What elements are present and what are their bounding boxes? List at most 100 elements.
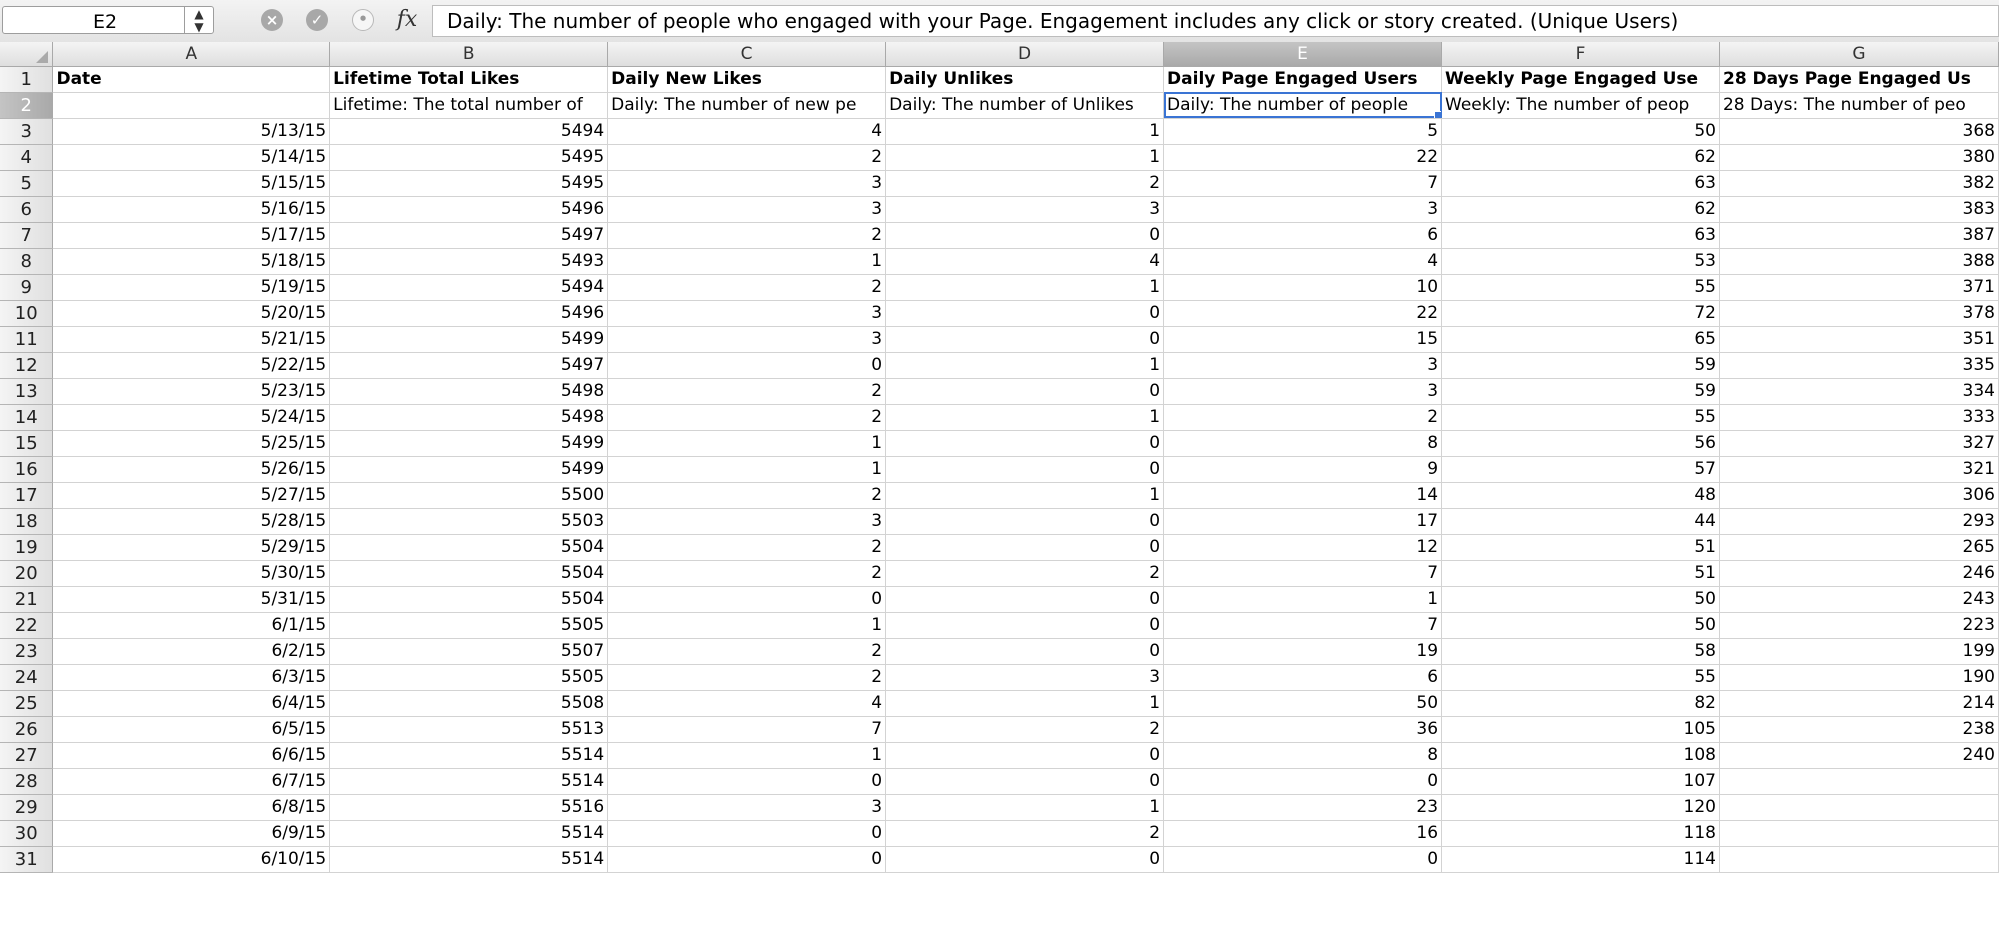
date-cell[interactable]: 5/14/15 [52, 144, 331, 171]
row-header[interactable]: 8 [0, 248, 54, 275]
row-header[interactable]: 29 [0, 794, 54, 821]
value-cell[interactable]: 55 [1441, 664, 1720, 691]
value-cell[interactable]: 107 [1441, 768, 1720, 795]
date-cell[interactable]: 5/16/15 [52, 196, 331, 223]
value-cell[interactable]: 5500 [329, 482, 609, 509]
row-header[interactable]: 4 [0, 144, 54, 171]
value-cell[interactable]: 82 [1441, 690, 1720, 717]
formula-input[interactable]: Daily: The number of people who engaged … [432, 5, 1999, 37]
value-cell[interactable]: 3 [607, 170, 887, 197]
value-cell[interactable]: 0 [885, 586, 1165, 613]
value-cell[interactable]: 380 [1719, 144, 1999, 171]
row-header[interactable]: 16 [0, 456, 54, 483]
value-cell[interactable]: 351 [1719, 326, 1999, 353]
date-cell[interactable]: 5/30/15 [52, 560, 331, 587]
date-cell[interactable]: 5/18/15 [52, 248, 331, 275]
column-title-cell[interactable]: Daily Page Engaged Users [1163, 66, 1443, 93]
date-cell[interactable]: 5/21/15 [52, 326, 331, 353]
value-cell[interactable]: 0 [885, 638, 1165, 665]
value-cell[interactable]: 63 [1441, 170, 1720, 197]
value-cell[interactable]: 51 [1441, 560, 1720, 587]
value-cell[interactable]: 246 [1719, 560, 1999, 587]
value-cell[interactable]: 4 [885, 248, 1165, 275]
value-cell[interactable]: 5 [1163, 118, 1443, 145]
row-header[interactable]: 6 [0, 196, 54, 223]
value-cell[interactable]: 0 [885, 612, 1165, 639]
value-cell[interactable] [1719, 820, 1999, 847]
value-cell[interactable]: 388 [1719, 248, 1999, 275]
row-header[interactable]: 31 [0, 846, 54, 873]
value-cell[interactable]: 321 [1719, 456, 1999, 483]
value-cell[interactable]: 334 [1719, 378, 1999, 405]
value-cell[interactable]: 1 [885, 794, 1165, 821]
value-cell[interactable]: 2 [607, 664, 887, 691]
row-header[interactable]: 27 [0, 742, 54, 769]
value-cell[interactable]: 1 [607, 248, 887, 275]
value-cell[interactable]: 2 [885, 560, 1165, 587]
date-cell[interactable]: 5/26/15 [52, 456, 331, 483]
column-title-cell[interactable]: Weekly Page Engaged Use [1441, 66, 1720, 93]
date-cell[interactable]: 6/3/15 [52, 664, 331, 691]
value-cell[interactable]: 7 [607, 716, 887, 743]
value-cell[interactable]: 5514 [329, 820, 609, 847]
value-cell[interactable]: 382 [1719, 170, 1999, 197]
row-header[interactable]: 1 [0, 66, 54, 93]
date-cell[interactable]: 6/1/15 [52, 612, 331, 639]
value-cell[interactable]: 1 [885, 274, 1165, 301]
value-cell[interactable]: 50 [1441, 118, 1720, 145]
value-cell[interactable]: 387 [1719, 222, 1999, 249]
value-cell[interactable]: 8 [1163, 742, 1443, 769]
value-cell[interactable]: 72 [1441, 300, 1720, 327]
date-cell[interactable]: 5/28/15 [52, 508, 331, 535]
value-cell[interactable]: 63 [1441, 222, 1720, 249]
value-cell[interactable]: 5505 [329, 664, 609, 691]
value-cell[interactable]: 62 [1441, 196, 1720, 223]
checkmark-icon[interactable]: ✓ [306, 9, 328, 31]
row-header[interactable]: 15 [0, 430, 54, 457]
description-cell[interactable]: Daily: The number of Unlikes [885, 92, 1165, 119]
date-cell[interactable]: 5/15/15 [52, 170, 331, 197]
value-cell[interactable]: 55 [1441, 274, 1720, 301]
value-cell[interactable]: 5507 [329, 638, 609, 665]
value-cell[interactable]: 23 [1163, 794, 1443, 821]
value-cell[interactable]: 44 [1441, 508, 1720, 535]
value-cell[interactable]: 51 [1441, 534, 1720, 561]
value-cell[interactable]: 1 [885, 482, 1165, 509]
date-cell[interactable]: 6/2/15 [52, 638, 331, 665]
value-cell[interactable]: 22 [1163, 144, 1443, 171]
row-header[interactable]: 3 [0, 118, 54, 145]
value-cell[interactable]: 5499 [329, 456, 609, 483]
row-header[interactable]: 13 [0, 378, 54, 405]
value-cell[interactable]: 0 [885, 508, 1165, 535]
value-cell[interactable]: 3 [607, 508, 887, 535]
value-cell[interactable]: 2 [607, 482, 887, 509]
value-cell[interactable]: 223 [1719, 612, 1999, 639]
name-box[interactable]: E2 ▲ ▼ [2, 6, 214, 34]
value-cell[interactable]: 7 [1163, 612, 1443, 639]
value-cell[interactable]: 6 [1163, 222, 1443, 249]
value-cell[interactable]: 3 [1163, 196, 1443, 223]
value-cell[interactable]: 5495 [329, 144, 609, 171]
value-cell[interactable]: 4 [607, 690, 887, 717]
value-cell[interactable]: 59 [1441, 352, 1720, 379]
value-cell[interactable]: 2 [607, 638, 887, 665]
value-cell[interactable]: 5505 [329, 612, 609, 639]
value-cell[interactable]: 2 [607, 560, 887, 587]
value-cell[interactable]: 36 [1163, 716, 1443, 743]
date-cell[interactable]: 5/20/15 [52, 300, 331, 327]
value-cell[interactable]: 0 [607, 768, 887, 795]
value-cell[interactable]: 58 [1441, 638, 1720, 665]
value-cell[interactable]: 0 [885, 300, 1165, 327]
value-cell[interactable]: 53 [1441, 248, 1720, 275]
value-cell[interactable]: 62 [1441, 144, 1720, 171]
row-header[interactable]: 9 [0, 274, 54, 301]
value-cell[interactable]: 0 [885, 768, 1165, 795]
value-cell[interactable]: 1 [607, 456, 887, 483]
date-cell[interactable]: 5/23/15 [52, 378, 331, 405]
value-cell[interactable]: 2 [1163, 404, 1443, 431]
value-cell[interactable]: 7 [1163, 170, 1443, 197]
value-cell[interactable]: 1 [1163, 586, 1443, 613]
date-cell[interactable]: 5/13/15 [52, 118, 331, 145]
value-cell[interactable]: 48 [1441, 482, 1720, 509]
description-cell[interactable]: Weekly: The number of peop [1441, 92, 1720, 119]
